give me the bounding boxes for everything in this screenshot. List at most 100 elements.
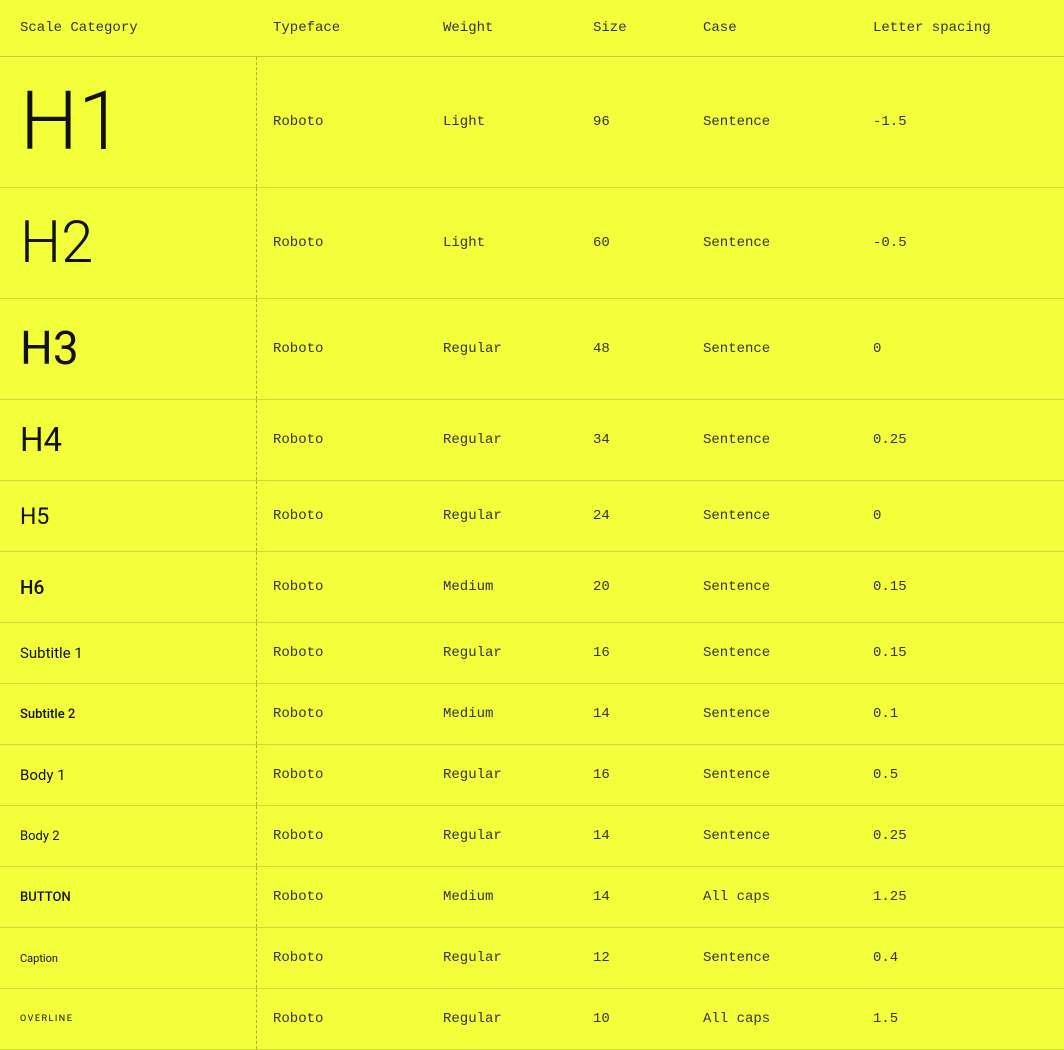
weight-cell-sub1: Regular (427, 623, 577, 683)
letter-spacing-cell-h5: 0 (857, 481, 1064, 551)
scale-label-sub1: Subtitle 1 (0, 623, 257, 683)
typeface-cell-body2: Roboto (257, 806, 427, 866)
header-typeface: Typeface (257, 0, 427, 56)
letter-spacing-cell-h3: 0 (857, 299, 1064, 399)
header-size: Size (577, 0, 687, 56)
size-cell-h6: 20 (577, 552, 687, 622)
weight-cell-h3: Regular (427, 299, 577, 399)
typeface-cell-h6: Roboto (257, 552, 427, 622)
size-cell-h3: 48 (577, 299, 687, 399)
table-row: H4 Roboto Regular 34 Sentence 0.25 (0, 400, 1064, 481)
letter-spacing-cell-caption: 0.4 (857, 928, 1064, 988)
scale-label-h6: H6 (0, 552, 257, 622)
case-cell-overline: All caps (687, 989, 857, 1049)
table-row: BUTTON Roboto Medium 14 All caps 1.25 (0, 867, 1064, 928)
table-row: H1 Roboto Light 96 Sentence -1.5 (0, 57, 1064, 188)
table-row: Subtitle 2 Roboto Medium 14 Sentence 0.1 (0, 684, 1064, 745)
case-cell-sub2: Sentence (687, 684, 857, 744)
weight-cell-h2: Light (427, 188, 577, 298)
typeface-cell-h5: Roboto (257, 481, 427, 551)
case-cell-h5: Sentence (687, 481, 857, 551)
header-letter-spacing: Letter spacing (857, 0, 1064, 56)
table-row: H2 Roboto Light 60 Sentence -0.5 (0, 188, 1064, 299)
letter-spacing-cell-sub1: 0.15 (857, 623, 1064, 683)
table-row: Body 2 Roboto Regular 14 Sentence 0.25 (0, 806, 1064, 867)
size-cell-sub1: 16 (577, 623, 687, 683)
case-cell-body2: Sentence (687, 806, 857, 866)
table-row: H5 Roboto Regular 24 Sentence 0 (0, 481, 1064, 552)
letter-spacing-cell-sub2: 0.1 (857, 684, 1064, 744)
scale-label-sub2: Subtitle 2 (0, 684, 257, 744)
table-row: H6 Roboto Medium 20 Sentence 0.15 (0, 552, 1064, 623)
weight-cell-sub2: Medium (427, 684, 577, 744)
typeface-cell-h4: Roboto (257, 400, 427, 480)
case-cell-h1: Sentence (687, 57, 857, 187)
typeface-cell-sub1: Roboto (257, 623, 427, 683)
scale-label-caption: Caption (0, 928, 257, 988)
size-cell-h4: 34 (577, 400, 687, 480)
size-cell-h1: 96 (577, 57, 687, 187)
typeface-cell-button: Roboto (257, 867, 427, 927)
table-row: OVERLINE Roboto Regular 10 All caps 1.5 (0, 989, 1064, 1050)
typeface-cell-h3: Roboto (257, 299, 427, 399)
scale-label-overline: OVERLINE (0, 989, 257, 1049)
header-case: Case (687, 0, 857, 56)
table-row: Caption Roboto Regular 12 Sentence 0.4 (0, 928, 1064, 989)
scale-label-h2: H2 (0, 188, 257, 298)
scale-label-button: BUTTON (0, 867, 257, 927)
size-cell-body2: 14 (577, 806, 687, 866)
case-cell-h6: Sentence (687, 552, 857, 622)
letter-spacing-cell-overline: 1.5 (857, 989, 1064, 1049)
letter-spacing-cell-h2: -0.5 (857, 188, 1064, 298)
case-cell-caption: Sentence (687, 928, 857, 988)
weight-cell-body1: Regular (427, 745, 577, 805)
letter-spacing-cell-body2: 0.25 (857, 806, 1064, 866)
weight-cell-h6: Medium (427, 552, 577, 622)
letter-spacing-cell-button: 1.25 (857, 867, 1064, 927)
table-row: Body 1 Roboto Regular 16 Sentence 0.5 (0, 745, 1064, 806)
scale-label-h5: H5 (0, 481, 257, 551)
table-header: Scale Category Typeface Weight Size Case… (0, 0, 1064, 57)
weight-cell-caption: Regular (427, 928, 577, 988)
size-cell-body1: 16 (577, 745, 687, 805)
case-cell-h2: Sentence (687, 188, 857, 298)
scale-label-body2: Body 2 (0, 806, 257, 866)
weight-cell-body2: Regular (427, 806, 577, 866)
case-cell-h3: Sentence (687, 299, 857, 399)
size-cell-h5: 24 (577, 481, 687, 551)
size-cell-button: 14 (577, 867, 687, 927)
letter-spacing-cell-h6: 0.15 (857, 552, 1064, 622)
typeface-cell-h2: Roboto (257, 188, 427, 298)
case-cell-button: All caps (687, 867, 857, 927)
letter-spacing-cell-h4: 0.25 (857, 400, 1064, 480)
letter-spacing-cell-body1: 0.5 (857, 745, 1064, 805)
typeface-cell-caption: Roboto (257, 928, 427, 988)
letter-spacing-cell-h1: -1.5 (857, 57, 1064, 187)
header-scale-category: Scale Category (0, 0, 257, 56)
scale-label-h3: H3 (0, 299, 257, 399)
size-cell-caption: 12 (577, 928, 687, 988)
weight-cell-overline: Regular (427, 989, 577, 1049)
weight-cell-h4: Regular (427, 400, 577, 480)
weight-cell-h1: Light (427, 57, 577, 187)
table-row: Subtitle 1 Roboto Regular 16 Sentence 0.… (0, 623, 1064, 684)
typography-table: Scale Category Typeface Weight Size Case… (0, 0, 1064, 1050)
typeface-cell-h1: Roboto (257, 57, 427, 187)
weight-cell-button: Medium (427, 867, 577, 927)
scale-label-h1: H1 (0, 57, 257, 187)
size-cell-sub2: 14 (577, 684, 687, 744)
typeface-cell-overline: Roboto (257, 989, 427, 1049)
scale-label-h4: H4 (0, 400, 257, 480)
case-cell-h4: Sentence (687, 400, 857, 480)
header-weight: Weight (427, 0, 577, 56)
table-row: H3 Roboto Regular 48 Sentence 0 (0, 299, 1064, 400)
table-body: H1 Roboto Light 96 Sentence -1.5 H2 Robo… (0, 57, 1064, 1050)
typeface-cell-sub2: Roboto (257, 684, 427, 744)
size-cell-overline: 10 (577, 989, 687, 1049)
typeface-cell-body1: Roboto (257, 745, 427, 805)
weight-cell-h5: Regular (427, 481, 577, 551)
case-cell-body1: Sentence (687, 745, 857, 805)
scale-label-body1: Body 1 (0, 745, 257, 805)
case-cell-sub1: Sentence (687, 623, 857, 683)
size-cell-h2: 60 (577, 188, 687, 298)
